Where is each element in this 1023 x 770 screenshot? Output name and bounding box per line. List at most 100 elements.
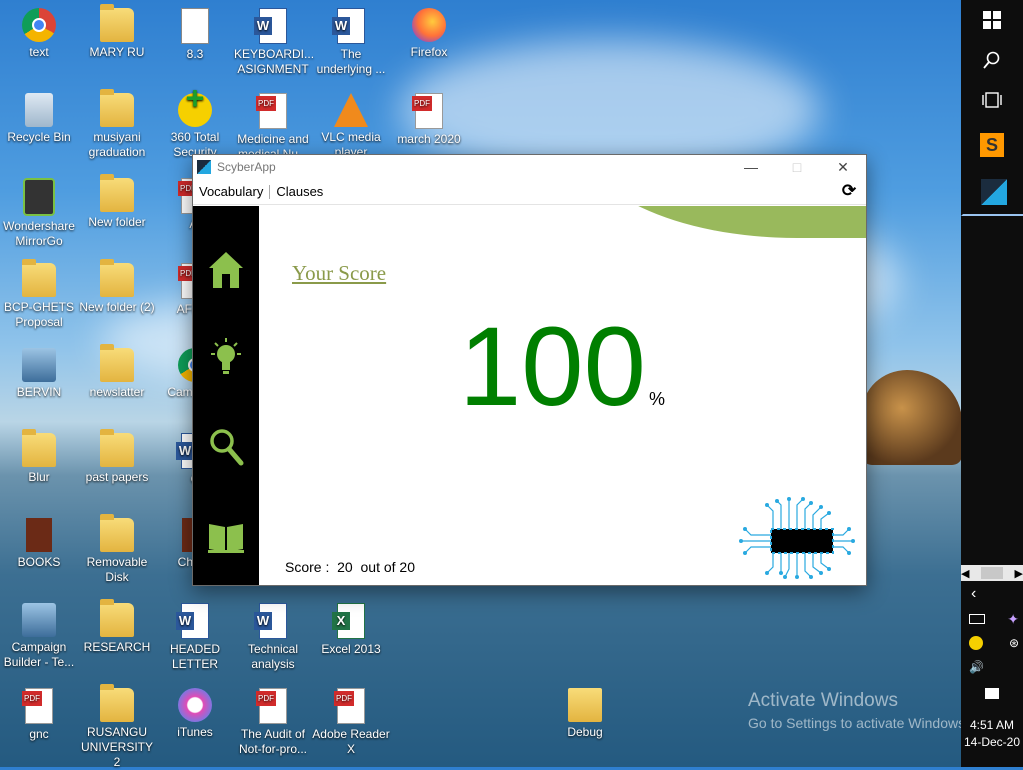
nav-home-button[interactable] xyxy=(207,250,245,292)
search-button[interactable] xyxy=(961,40,1023,80)
feather-icon[interactable]: ✦ xyxy=(1007,611,1019,628)
scroll-left-icon[interactable]: ◀ xyxy=(961,567,969,580)
desktop-icon[interactable]: Blur xyxy=(0,429,78,485)
desktop-icon[interactable]: Technical analysis xyxy=(234,603,312,672)
word-icon xyxy=(254,8,287,44)
clock[interactable]: 4:51 AM 14-Dec-20 xyxy=(961,717,1023,751)
tray-row-1: ✦ xyxy=(969,610,1019,628)
scyberapp-window: ScyberApp — □ ✕ Vocabulary Clauses ⟳ You… xyxy=(192,154,867,586)
refresh-icon[interactable]: ⟳ xyxy=(840,182,858,200)
folder-icon xyxy=(22,259,56,297)
folder-icon xyxy=(100,599,134,637)
desktop-icon[interactable]: BCP-GHETS Proposal xyxy=(0,259,78,330)
desktop-icon[interactable]: text xyxy=(0,8,78,60)
desktop-icon[interactable]: MARY RU xyxy=(78,4,156,60)
window-title: ScyberApp xyxy=(217,160,276,174)
360-security-icon xyxy=(178,91,212,127)
shortcut-icon xyxy=(22,348,56,382)
minimize-button[interactable]: — xyxy=(728,155,774,179)
menu-vocabulary[interactable]: Vocabulary xyxy=(193,184,269,199)
title-bar[interactable]: ScyberApp — □ ✕ xyxy=(193,155,866,179)
recycle-bin-icon xyxy=(25,93,53,127)
360-security-tray-icon[interactable] xyxy=(969,636,983,650)
desktop-icon[interactable]: HEADED LETTER xyxy=(156,603,234,672)
itunes-icon xyxy=(178,688,212,722)
desktop-icon[interactable]: BERVIN xyxy=(0,348,78,400)
menu-clauses[interactable]: Clauses xyxy=(270,184,329,199)
desktop-icon[interactable]: gnc xyxy=(0,688,78,742)
desktop-icon[interactable]: Medicine and medical Nu... xyxy=(234,93,312,162)
clock-date: 14-Dec-20 xyxy=(963,735,1021,749)
app-content: Your Score 100 % Score : 20 out of 20 xyxy=(193,206,866,585)
folder-icon xyxy=(100,684,134,722)
vlc-icon xyxy=(334,93,368,127)
score-label: Score : xyxy=(285,559,330,575)
desktop-icon[interactable]: newslatter xyxy=(78,344,156,400)
nav-search-button[interactable] xyxy=(207,426,245,468)
action-center-button[interactable] xyxy=(961,680,1023,706)
desktop-icon[interactable]: march 2020 xyxy=(390,93,468,147)
desktop-icon[interactable]: Campaign Builder - Te... xyxy=(0,603,78,670)
desktop-icon[interactable]: Firefox xyxy=(390,8,468,60)
desktop-icon[interactable]: The underlying ... xyxy=(312,8,390,77)
folder-icon xyxy=(100,89,134,127)
desktop-icon[interactable]: Excel 2013 xyxy=(312,603,390,657)
desktop-icon[interactable]: RUSANGU UNIVERSITY 2 xyxy=(78,684,156,770)
taskbar: S ◀ ▶ ‹ ✦ ⊛ 🔊 4:51 AM 14-Dec-20 xyxy=(961,0,1023,767)
volume-icon[interactable]: 🔊 xyxy=(969,660,984,674)
desktop-icon[interactable]: Debug xyxy=(546,688,624,740)
chevron-left-icon: ‹ xyxy=(971,585,977,602)
start-button[interactable] xyxy=(961,0,1023,40)
score-heading: Your Score xyxy=(292,261,387,285)
tray-scrollbar[interactable]: ◀ ▶ xyxy=(961,565,1023,581)
percent-sign: % xyxy=(649,389,666,409)
folder-icon xyxy=(100,4,134,42)
scroll-right-icon[interactable]: ▶ xyxy=(1015,567,1023,580)
desktop-icon[interactable]: The Audit of Not-for-pro... xyxy=(234,688,312,757)
minimize-icon: — xyxy=(744,159,758,175)
desktop-icon[interactable]: musiyani graduation xyxy=(78,89,156,160)
desktop-icon[interactable]: 360 Total Security xyxy=(156,91,234,160)
desktop-icon[interactable]: New folder xyxy=(78,174,156,230)
desktop-icon[interactable]: 8.3 xyxy=(156,8,234,62)
taskbar-app-scyberapp[interactable] xyxy=(961,170,1023,216)
desktop-icon[interactable]: Removable Disk xyxy=(78,514,156,585)
books-icon xyxy=(26,518,52,552)
adobe-reader-icon xyxy=(334,688,365,724)
battery-icon[interactable] xyxy=(969,614,985,624)
desktop-icon[interactable]: KEYBOARDI... ASIGNMENT xyxy=(234,8,314,77)
sublime-icon: S xyxy=(980,133,1004,157)
chrome-icon xyxy=(22,8,56,42)
close-icon: ✕ xyxy=(837,158,849,175)
show-hidden-icons-button[interactable]: ‹ xyxy=(961,582,1023,606)
desktop-icon[interactable]: Recycle Bin xyxy=(0,93,78,145)
watermark-subtitle: Go to Settings to activate Windows. xyxy=(748,715,969,731)
desktop-icon[interactable]: Wondershare MirrorGo xyxy=(0,178,78,249)
nav-book-button[interactable] xyxy=(207,516,245,558)
tray-row-3: 🔊 xyxy=(969,658,1019,676)
word-icon xyxy=(176,603,209,639)
watermark-title: Activate Windows xyxy=(748,690,898,711)
book-icon xyxy=(208,524,244,553)
desktop-icon[interactable]: past papers xyxy=(78,429,156,485)
desktop-icon[interactable]: New folder (2) xyxy=(78,259,156,315)
wifi-icon[interactable]: ⊛ xyxy=(1009,636,1019,650)
desktop-icon[interactable]: BOOKS xyxy=(0,518,78,570)
circuit-chip-icon xyxy=(739,497,855,579)
nav-tips-button[interactable] xyxy=(207,337,245,379)
close-button[interactable]: ✕ xyxy=(820,155,866,179)
pdf-icon xyxy=(256,93,287,129)
taskbar-app-sublime[interactable]: S xyxy=(961,125,1023,165)
pdf-icon xyxy=(256,688,287,724)
task-view-button[interactable] xyxy=(961,80,1023,120)
desktop-icon[interactable]: Adobe Reader X xyxy=(312,688,390,757)
desktop-icon[interactable]: VLC media player xyxy=(312,93,390,160)
maximize-button[interactable]: □ xyxy=(774,155,820,179)
desktop-icon[interactable]: RESEARCH xyxy=(78,599,156,655)
score-value: 20 xyxy=(337,559,353,575)
activate-windows-watermark: Activate Windows Go to Settings to activ… xyxy=(748,690,969,731)
desktop-icon[interactable]: iTunes xyxy=(156,688,234,740)
mirrorgo-icon xyxy=(23,178,55,216)
scroll-thumb[interactable] xyxy=(981,567,1003,579)
search-icon xyxy=(983,51,1000,69)
